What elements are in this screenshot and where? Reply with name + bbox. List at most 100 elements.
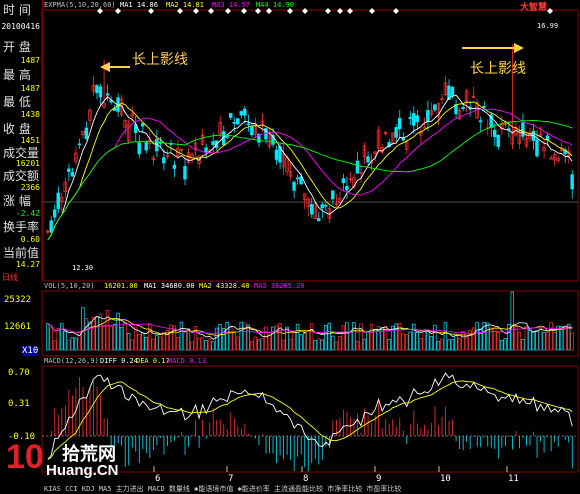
volume-bar — [510, 291, 515, 351]
volume-bar — [320, 339, 324, 351]
high-value: 1487 — [20, 84, 40, 93]
volume-bar — [98, 313, 103, 351]
volume-bar — [570, 332, 574, 351]
indicator-tab-bar[interactable]: KIAS CCI KDJ MA5 主力进出 MACD 数量线 ✱能语境市值 ✱能… — [44, 484, 401, 494]
volume-ma3: MA3 36265.20 — [254, 282, 305, 290]
volume-tick-mid: 12661 — [4, 322, 32, 332]
candle-body — [482, 105, 486, 108]
month-label: 10 — [440, 474, 451, 484]
candle-body — [426, 110, 430, 122]
volume-bar — [232, 330, 236, 351]
volume-bar — [105, 310, 110, 351]
watermark-logo: 10 拾荒网 Huang.CN — [6, 438, 136, 482]
amount-value: 2366 — [20, 183, 40, 192]
price-ma4: MA4 14.90 — [256, 1, 294, 9]
volume-bar — [250, 341, 254, 351]
volume-bar — [225, 322, 229, 351]
volume-bar — [119, 326, 124, 351]
volume-bar — [190, 341, 194, 351]
candle-body — [535, 139, 539, 157]
volume-bar — [271, 326, 275, 351]
turnover-value: 0.60 — [20, 235, 40, 244]
price-ma2: MA2 14.81 — [166, 1, 204, 9]
volume-bar — [81, 307, 85, 351]
volume-bar — [524, 325, 529, 351]
volume-bar — [352, 322, 356, 351]
candle-body — [239, 111, 243, 116]
current-value: 14.27 — [15, 260, 40, 269]
volume-bar — [380, 327, 384, 351]
volume-bar — [503, 337, 507, 351]
event-marker-icon — [337, 8, 343, 14]
time-label: 时 间 — [3, 3, 31, 17]
candle-body — [355, 160, 360, 174]
volume-bar — [464, 337, 469, 351]
volume-bar — [137, 334, 141, 351]
candle-body — [496, 134, 500, 147]
volume-bar — [471, 327, 476, 351]
macd-value: MACD 0.13 — [168, 357, 206, 365]
event-marker-icon — [347, 8, 353, 14]
volume-bar — [521, 339, 525, 351]
volume-bar — [496, 332, 500, 351]
macd-dea: DEA 0.17 — [136, 357, 170, 365]
candle-body — [67, 168, 71, 172]
volume-bar — [207, 338, 212, 351]
volume-bar — [67, 339, 71, 351]
candle-body — [84, 127, 89, 139]
event-marker-icon — [369, 8, 375, 14]
volume-bar — [387, 338, 391, 351]
volume-bar — [126, 333, 131, 351]
volume-bar — [450, 339, 455, 351]
volume-bar — [140, 332, 145, 351]
volume-bar — [538, 327, 543, 351]
candle-body — [70, 171, 75, 177]
turnover-label: 换手率 — [3, 220, 40, 234]
volume-bar — [545, 332, 550, 351]
candle-body — [433, 104, 437, 111]
volume-bar — [324, 325, 328, 351]
macd-indicator-name: MACD(12,26,9) — [44, 357, 99, 365]
volume-bar — [186, 328, 191, 351]
annotation-left: 长上影线 — [132, 52, 188, 68]
volume-bar — [429, 336, 434, 351]
price-high-mark: 16.99 — [537, 22, 559, 30]
candle-body — [56, 192, 60, 209]
candle-body — [137, 142, 141, 155]
candle-body — [225, 136, 229, 138]
volume-bar — [535, 330, 539, 351]
volume-bar — [63, 331, 67, 351]
month-label: 9 — [376, 474, 382, 484]
candle-body — [204, 147, 208, 153]
candle-body — [320, 204, 324, 209]
macd-diff: DIFF 0.24 — [100, 357, 138, 365]
annotation-right: 长上影线 — [470, 61, 526, 77]
candle-body — [408, 117, 412, 119]
volume-bar — [148, 324, 152, 351]
volume-bar — [517, 331, 522, 351]
candle-body — [309, 204, 314, 215]
price-low-mark: 12.30 — [72, 264, 94, 272]
volume-bar — [74, 337, 78, 351]
volume-bar — [316, 338, 321, 351]
price-ma1: MA1 14.86 — [120, 1, 158, 9]
candle-body — [250, 126, 254, 136]
volume-bar — [95, 316, 99, 351]
current-label: 当前值 — [3, 246, 40, 260]
volume-bar — [542, 331, 546, 351]
moving-average-line — [47, 119, 573, 241]
volume-bar — [447, 339, 451, 351]
moving-average-line — [47, 108, 573, 241]
event-marker-icon — [393, 8, 399, 14]
volume-bar — [88, 321, 92, 351]
event-marker-icon — [302, 8, 308, 14]
candle-body — [521, 122, 525, 137]
period-tab[interactable]: 日线 — [2, 272, 18, 283]
volume-bar — [334, 341, 339, 351]
volume-bar — [260, 338, 265, 351]
volume-bar — [197, 337, 201, 351]
volume-bar — [313, 340, 317, 351]
volume-bar — [200, 336, 205, 351]
volume-bar — [214, 327, 219, 351]
candle-body — [183, 166, 187, 180]
